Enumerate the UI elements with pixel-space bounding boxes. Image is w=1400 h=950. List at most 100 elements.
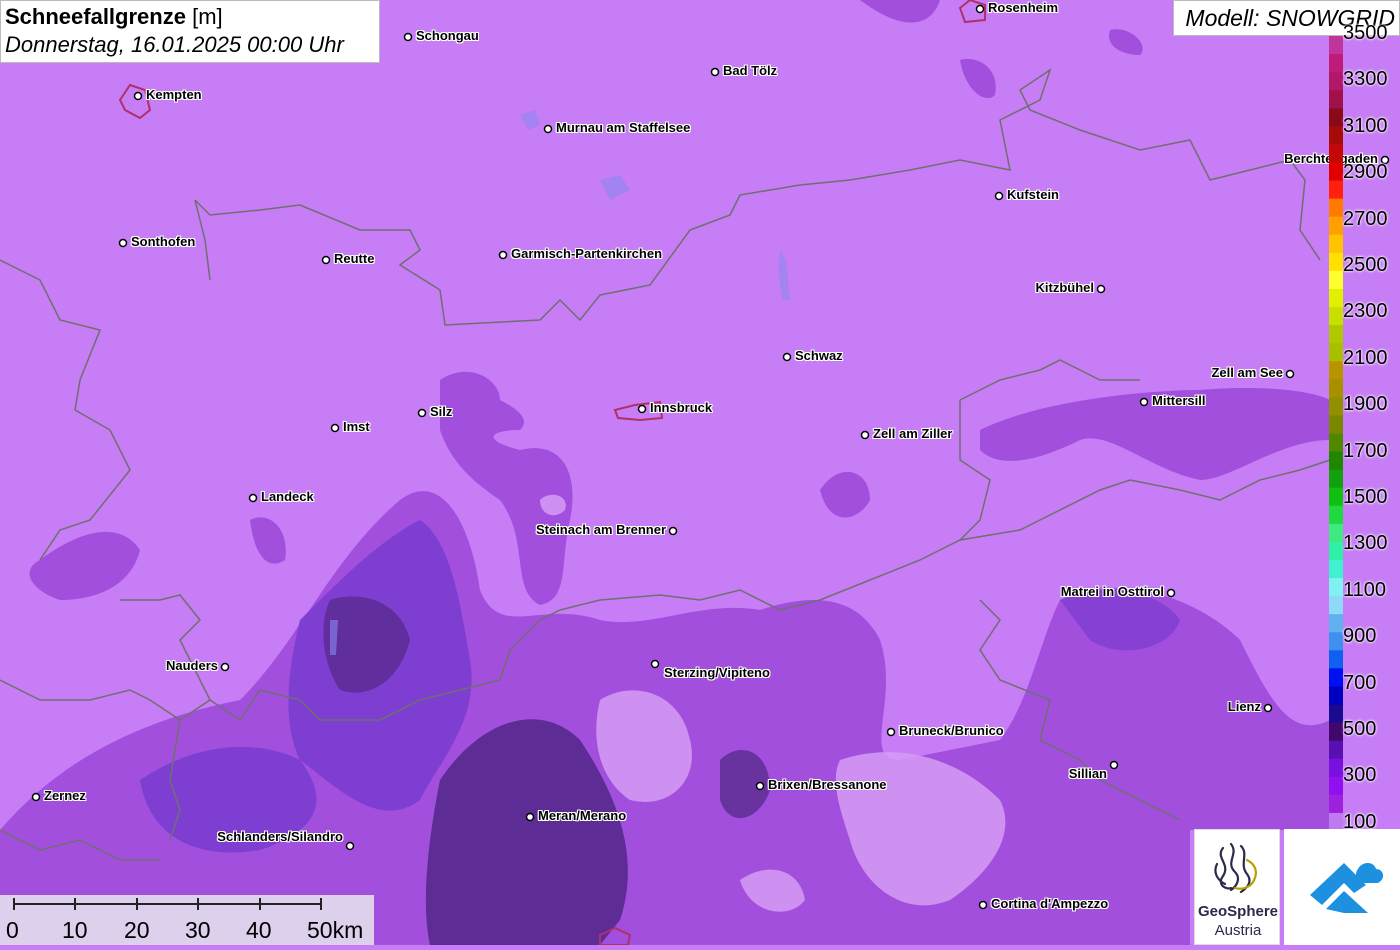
snowfall-limit-map[interactable] [0,0,1400,945]
legend-tick-label: 1700 [1343,439,1388,462]
place-label: Kempten [146,87,202,102]
map-title-unit: [m] [192,4,223,29]
legend-swatch [1329,126,1343,145]
legend-swatch [1329,54,1343,73]
legend-swatch [1329,36,1343,55]
place-label: Rosenheim [988,0,1059,15]
legend-swatch [1329,325,1343,344]
legend-swatch [1329,72,1343,91]
place-label: Zell am Ziller [873,426,953,441]
legend-swatch [1329,650,1343,669]
place-label: Bruneck/Brunico [899,723,1004,738]
legend-swatch [1329,361,1343,380]
legend-swatch [1329,740,1343,760]
place-dot [403,32,413,42]
place-dot [1166,588,1176,598]
place-dot [498,250,508,260]
place-label: Schlanders/Silandro [217,829,343,844]
place-dot [118,238,128,248]
place-dot [133,91,143,101]
legend-colorbar [1329,36,1343,831]
map-subtitle: Donnerstag, 16.01.2025 00:00 Uhr [5,32,344,57]
place-label: Sillian [1068,766,1107,781]
scale-label-40: 40 [246,917,272,943]
legend-tick-label: 700 [1343,671,1377,694]
place-dot [330,423,340,433]
place-dot [220,662,230,672]
place-label: Silz [430,404,453,419]
place-dot [1263,703,1273,713]
legend-swatch [1329,541,1343,561]
legend-tick-label: 300 [1343,764,1377,787]
place-label: Mittersill [1152,393,1206,408]
place-dot [860,430,870,440]
place-label: Sterzing/Vipiteno [664,665,770,680]
scale-label-10: 10 [62,917,88,943]
place-label: Murnau am Staffelsee [556,120,691,135]
place-dot [637,404,647,414]
place-dot [668,526,678,536]
legend-swatch [1329,469,1343,489]
place-dot [994,191,1004,201]
place-dot [782,352,792,362]
legend-swatch [1329,668,1343,687]
place-label: Lienz [1227,699,1261,714]
place-dot [650,659,660,669]
legend-swatch [1329,523,1343,543]
legend-swatch [1329,397,1343,416]
place-dot [1139,397,1149,407]
legend-swatch [1329,776,1343,796]
place-dot [975,4,985,14]
legend-swatch [1329,90,1343,109]
legend-tick-label: 1900 [1343,393,1388,416]
map-title-box: Schneefallgrenze [m] Donnerstag, 16.01.2… [0,0,380,63]
legend-swatch [1329,632,1343,651]
scale-label-0: 0 [6,917,19,943]
legend-tick-label: 2100 [1343,346,1388,369]
legend-tick-label: 3100 [1343,114,1388,137]
place-dot [417,408,427,418]
place-label: Kitzbühel [1035,280,1095,295]
legend-swatch [1329,252,1343,272]
place-label: Matrei in Osttirol [1060,584,1164,599]
legend-swatch [1329,162,1343,182]
legend-swatch [1329,559,1343,579]
legend-swatch [1329,758,1343,778]
legend-swatch [1329,198,1343,218]
legend-swatch [1329,144,1343,163]
legend-tick-label: 2900 [1343,161,1388,184]
place-dot [525,812,535,822]
place-dot [31,792,41,802]
legend-swatch [1329,686,1343,706]
legend-swatch [1329,433,1343,453]
legend-swatch [1329,704,1343,724]
legend-swatch [1329,614,1343,633]
place-label: Schwaz [795,348,843,363]
legend-swatch [1329,379,1343,398]
legend-swatch [1329,596,1343,615]
place-label: Schongau [416,28,479,43]
place-label: Landeck [261,489,314,504]
place-label: Steinach am Brenner [535,522,666,537]
legend-swatch [1329,415,1343,434]
place-label: Innsbruck [650,400,713,415]
legend-swatch [1329,487,1343,507]
legend-tick-label: 3300 [1343,68,1388,91]
legend-tick-label: 900 [1343,625,1377,648]
place-label: Nauders [165,658,218,673]
scale-label-20: 20 [124,917,150,943]
geosphere-country: Austria [1214,922,1262,939]
place-dot [978,900,988,910]
place-dot [886,727,896,737]
weather-service-logo[interactable] [1284,829,1400,945]
legend-tick-label: 1100 [1343,578,1387,601]
legend-swatch [1329,234,1343,254]
legend-tick-label: 3500 [1343,22,1388,44]
place-dot [321,255,331,265]
legend-tick-label: 2500 [1343,254,1388,276]
scale-label-50km: 50km [307,917,364,943]
geosphere-logo[interactable]: GeoSphere Austria [1194,829,1280,945]
place-dot [248,493,258,503]
legend-swatch [1329,722,1343,742]
place-label: Kufstein [1007,187,1059,202]
